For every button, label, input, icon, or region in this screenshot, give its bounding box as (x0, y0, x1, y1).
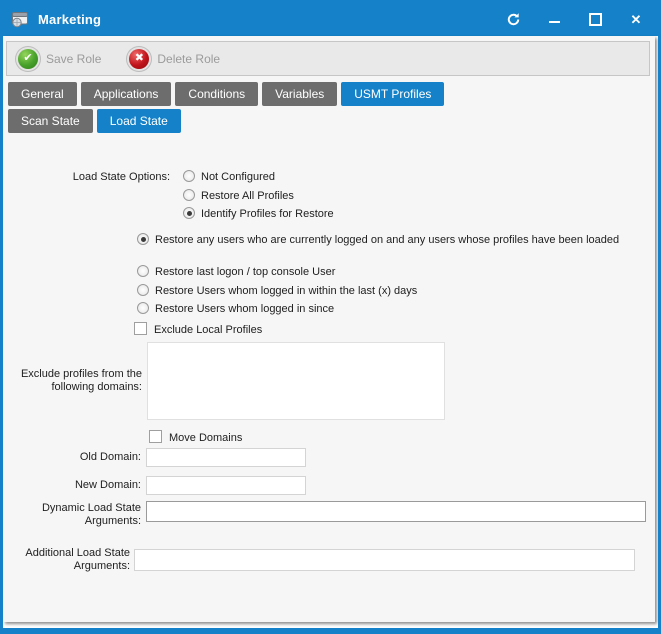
exclude-local-profiles-checkbox[interactable]: Exclude Local Profiles (134, 322, 262, 336)
radio-icon (137, 302, 149, 314)
radio-option-restore-last-x-days[interactable]: Restore Users whom logged in within the … (137, 284, 417, 297)
dynamic-load-state-arguments-input[interactable] (146, 501, 646, 522)
additional-load-state-arguments-label: Additional Load State Arguments: (3, 547, 130, 573)
new-domain-input[interactable] (146, 476, 306, 495)
radio-option-restore-logged-on-users[interactable]: Restore any users who are currently logg… (130, 233, 635, 247)
old-domain-input[interactable] (146, 448, 306, 467)
minimize-icon[interactable] (546, 12, 562, 28)
load-state-options-label: Load State Options: (3, 171, 170, 184)
load-state-form: Load State Options: Not Configured Resto… (3, 36, 655, 622)
refresh-icon[interactable] (505, 12, 521, 28)
exclude-domains-label: Exclude profiles from the following doma… (3, 368, 142, 394)
radio-icon (137, 284, 149, 296)
window-title: Marketing (38, 12, 101, 27)
radio-option-not-configured[interactable]: Not Configured (183, 170, 275, 183)
move-domains-checkbox[interactable]: Move Domains (149, 430, 242, 444)
checkbox-icon (134, 322, 147, 335)
app-panel: ✔ Save Role ✖ Delete Role General Applic… (3, 36, 655, 622)
dynamic-load-state-arguments-label: Dynamic Load State Arguments: (3, 502, 141, 528)
new-domain-label: New Domain: (3, 476, 141, 495)
close-icon[interactable]: ✕ (628, 12, 644, 28)
radio-option-restore-since[interactable]: Restore Users whom logged in since (137, 302, 334, 315)
additional-load-state-arguments-input[interactable] (134, 549, 635, 571)
window-controls: ✕ (505, 12, 644, 28)
exclude-domains-textarea[interactable] (147, 342, 445, 420)
radio-icon (137, 233, 149, 245)
radio-option-restore-all-profiles[interactable]: Restore All Profiles (183, 189, 294, 202)
maximize-icon[interactable] (587, 12, 603, 28)
old-domain-label: Old Domain: (3, 448, 141, 467)
app-icon (11, 11, 30, 28)
radio-option-identify-profiles[interactable]: Identify Profiles for Restore (183, 207, 334, 220)
radio-icon (183, 207, 195, 219)
titlebar: Marketing ✕ (3, 3, 658, 36)
radio-icon (183, 170, 195, 182)
radio-option-restore-last-logon[interactable]: Restore last logon / top console User (137, 265, 335, 278)
checkbox-icon (149, 430, 162, 443)
radio-icon (183, 189, 195, 201)
radio-icon (137, 265, 149, 277)
dialog-window: Marketing ✕ ✔ Save Role ✖ Delete Role (0, 0, 661, 634)
